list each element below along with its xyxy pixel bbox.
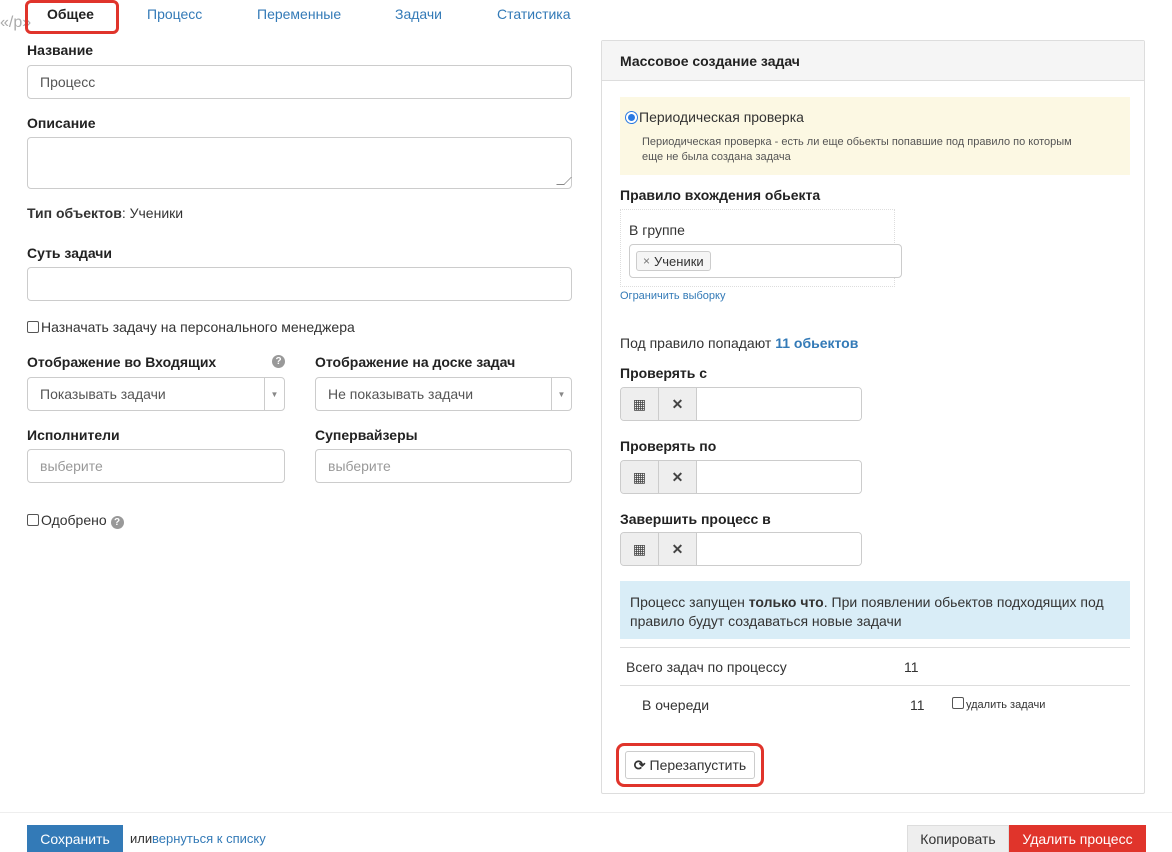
restart-highlight-frame: ⟳ Перезапустить (616, 743, 764, 787)
check-from-date: ▦ ✕ (620, 387, 862, 421)
finish-process-input[interactable] (697, 533, 861, 565)
inclusion-rule-label: Правило вхождения обьекта (620, 187, 821, 203)
inclusion-rule-box: В группе × Ученики (620, 209, 902, 287)
finish-process-date: ▦ ✕ (620, 532, 862, 566)
calendar-icon[interactable]: ▦ (621, 533, 659, 565)
help-icon[interactable]: ? (272, 355, 285, 368)
info-prefix: Процесс запущен (630, 594, 749, 610)
restart-label: Перезапустить (649, 757, 747, 773)
executors-input[interactable]: выберите (27, 449, 285, 483)
total-tasks-value: 11 (904, 659, 919, 675)
tab-variables[interactable]: Переменные (257, 6, 341, 22)
supervisors-input[interactable]: выберите (315, 449, 572, 483)
info-suffix-1: . При появлении обьектов подходящих под (823, 594, 1104, 610)
process-status-alert: Процесс запущен только что. При появлени… (620, 581, 1130, 639)
matches-count: Под правило попадают 11 обьектов (620, 335, 858, 351)
info-bold: только что (748, 594, 824, 610)
calendar-icon[interactable]: ▦ (621, 461, 659, 493)
periodic-check-option[interactable]: Периодическая проверка (626, 109, 804, 125)
task-essence-input[interactable] (27, 267, 572, 301)
assign-manager-label: Назначать задачу на персонального менедж… (41, 319, 355, 335)
periodic-check-box: Периодическая проверка Периодическая про… (620, 97, 1130, 175)
approved-label: Одобрено (41, 512, 107, 528)
delete-tasks-checkbox[interactable] (952, 697, 964, 709)
description-label: Описание (27, 115, 96, 131)
supervisors-label: Супервайзеры (315, 427, 418, 443)
board-display-label: Отображение на доске задач (315, 354, 516, 370)
object-type-label: Тип объектов (27, 205, 122, 221)
executors-label: Исполнители (27, 427, 120, 443)
group-tag: × Ученики (636, 251, 711, 271)
approved-row: Одобрено ? (27, 512, 124, 529)
matches-prefix: Под правило попадают (620, 335, 776, 351)
clear-icon[interactable]: ✕ (659, 388, 697, 420)
queue-label: В очереди (642, 697, 710, 713)
supervisors-placeholder: выберите (328, 458, 391, 474)
limit-selection-text: Ограничить выборку (620, 290, 726, 302)
mass-task-panel: Массовое создание задач Периодическая пр… (601, 40, 1145, 794)
chevron-down-icon: ▼ (264, 378, 284, 410)
help-icon[interactable]: ? (110, 516, 124, 529)
check-from-label: Проверять с (620, 365, 708, 381)
board-display-value: Не показывать задачи (328, 386, 474, 402)
periodic-check-label: Периодическая проверка (639, 109, 804, 125)
periodic-check-desc-line2: еще не была создана задача (642, 151, 791, 163)
check-to-label: Проверять по (620, 438, 717, 454)
object-type: Тип объектов: Ученики (27, 205, 183, 221)
delete-process-button[interactable]: Удалить процесс (1009, 825, 1146, 852)
form-footer: Сохранить или вернуться к списку Копиров… (0, 812, 1172, 852)
inbox-display-value: Показывать задачи (40, 386, 166, 402)
executors-placeholder: выберите (40, 458, 103, 474)
tab-process[interactable]: Процесс (147, 6, 202, 22)
in-group-label: В группе (629, 222, 685, 238)
copy-button[interactable]: Копировать (907, 825, 1009, 852)
total-tasks-row: Всего задач по процессу 11 (620, 647, 1130, 685)
refresh-icon: ⟳ (633, 756, 646, 773)
or-text: или (130, 831, 153, 846)
name-label: Название (27, 42, 94, 58)
back-to-list-link[interactable]: вернуться к списку (152, 831, 266, 846)
limit-selection-link[interactable]: Ограничить выборку (620, 290, 725, 302)
delete-tasks-label: удалить задачи (966, 699, 1046, 711)
periodic-check-description: Периодическая проверка - есть ли еще обь… (642, 135, 1072, 165)
matches-link[interactable]: 11 обьектов (775, 335, 858, 351)
inbox-display-select[interactable]: Показывать задачи ▼ (27, 377, 285, 411)
tab-bar: Общее Процесс Переменные Задачи Статисти… (25, 0, 585, 32)
check-to-input[interactable] (697, 461, 861, 493)
info-suffix-2: правило будут создаваться новые задачи (630, 613, 902, 629)
delete-tasks-option: удалить задачи (952, 697, 1045, 711)
object-type-value: : Ученики (121, 205, 184, 221)
queue-value: 11 (910, 697, 925, 713)
periodic-check-desc-line1: Периодическая проверка - есть ли еще обь… (642, 136, 1072, 148)
total-tasks-label: Всего задач по процессу (626, 659, 787, 675)
tab-statistics[interactable]: Статистика (497, 6, 571, 22)
finish-process-label: Завершить процесс в (620, 511, 771, 527)
group-tag-label: Ученики (654, 253, 704, 269)
save-button[interactable]: Сохранить (27, 825, 123, 852)
chevron-down-icon: ▼ (551, 378, 571, 410)
approved-checkbox[interactable] (27, 514, 39, 526)
name-input-value: Процесс (40, 74, 96, 90)
resize-grip-icon[interactable] (556, 177, 572, 185)
description-textarea[interactable] (27, 137, 572, 189)
inbox-display-label: Отображение во Входящих (27, 354, 217, 370)
panel-title: Массовое создание задач (602, 41, 1144, 81)
radio-selected-icon[interactable] (626, 112, 637, 123)
board-display-select[interactable]: Не показывать задачи ▼ (315, 377, 572, 411)
queue-row: В очереди 11 удалить задачи (620, 685, 1130, 723)
name-input[interactable]: Процесс (27, 65, 572, 99)
check-from-input[interactable] (697, 388, 861, 420)
restart-button[interactable]: ⟳ Перезапустить (625, 751, 755, 779)
tag-remove-icon[interactable]: × (643, 254, 650, 268)
group-tags-input[interactable]: × Ученики (629, 244, 902, 278)
assign-manager-checkbox[interactable] (27, 321, 39, 333)
task-essence-label: Суть задачи (27, 245, 113, 261)
clear-icon[interactable]: ✕ (659, 461, 697, 493)
clear-icon[interactable]: ✕ (659, 533, 697, 565)
calendar-icon[interactable]: ▦ (621, 388, 659, 420)
tab-tasks[interactable]: Задачи (395, 6, 442, 22)
tab-general[interactable]: Общее (47, 6, 94, 22)
assign-manager-row: Назначать задачу на персонального менедж… (27, 319, 355, 335)
check-to-date: ▦ ✕ (620, 460, 862, 494)
